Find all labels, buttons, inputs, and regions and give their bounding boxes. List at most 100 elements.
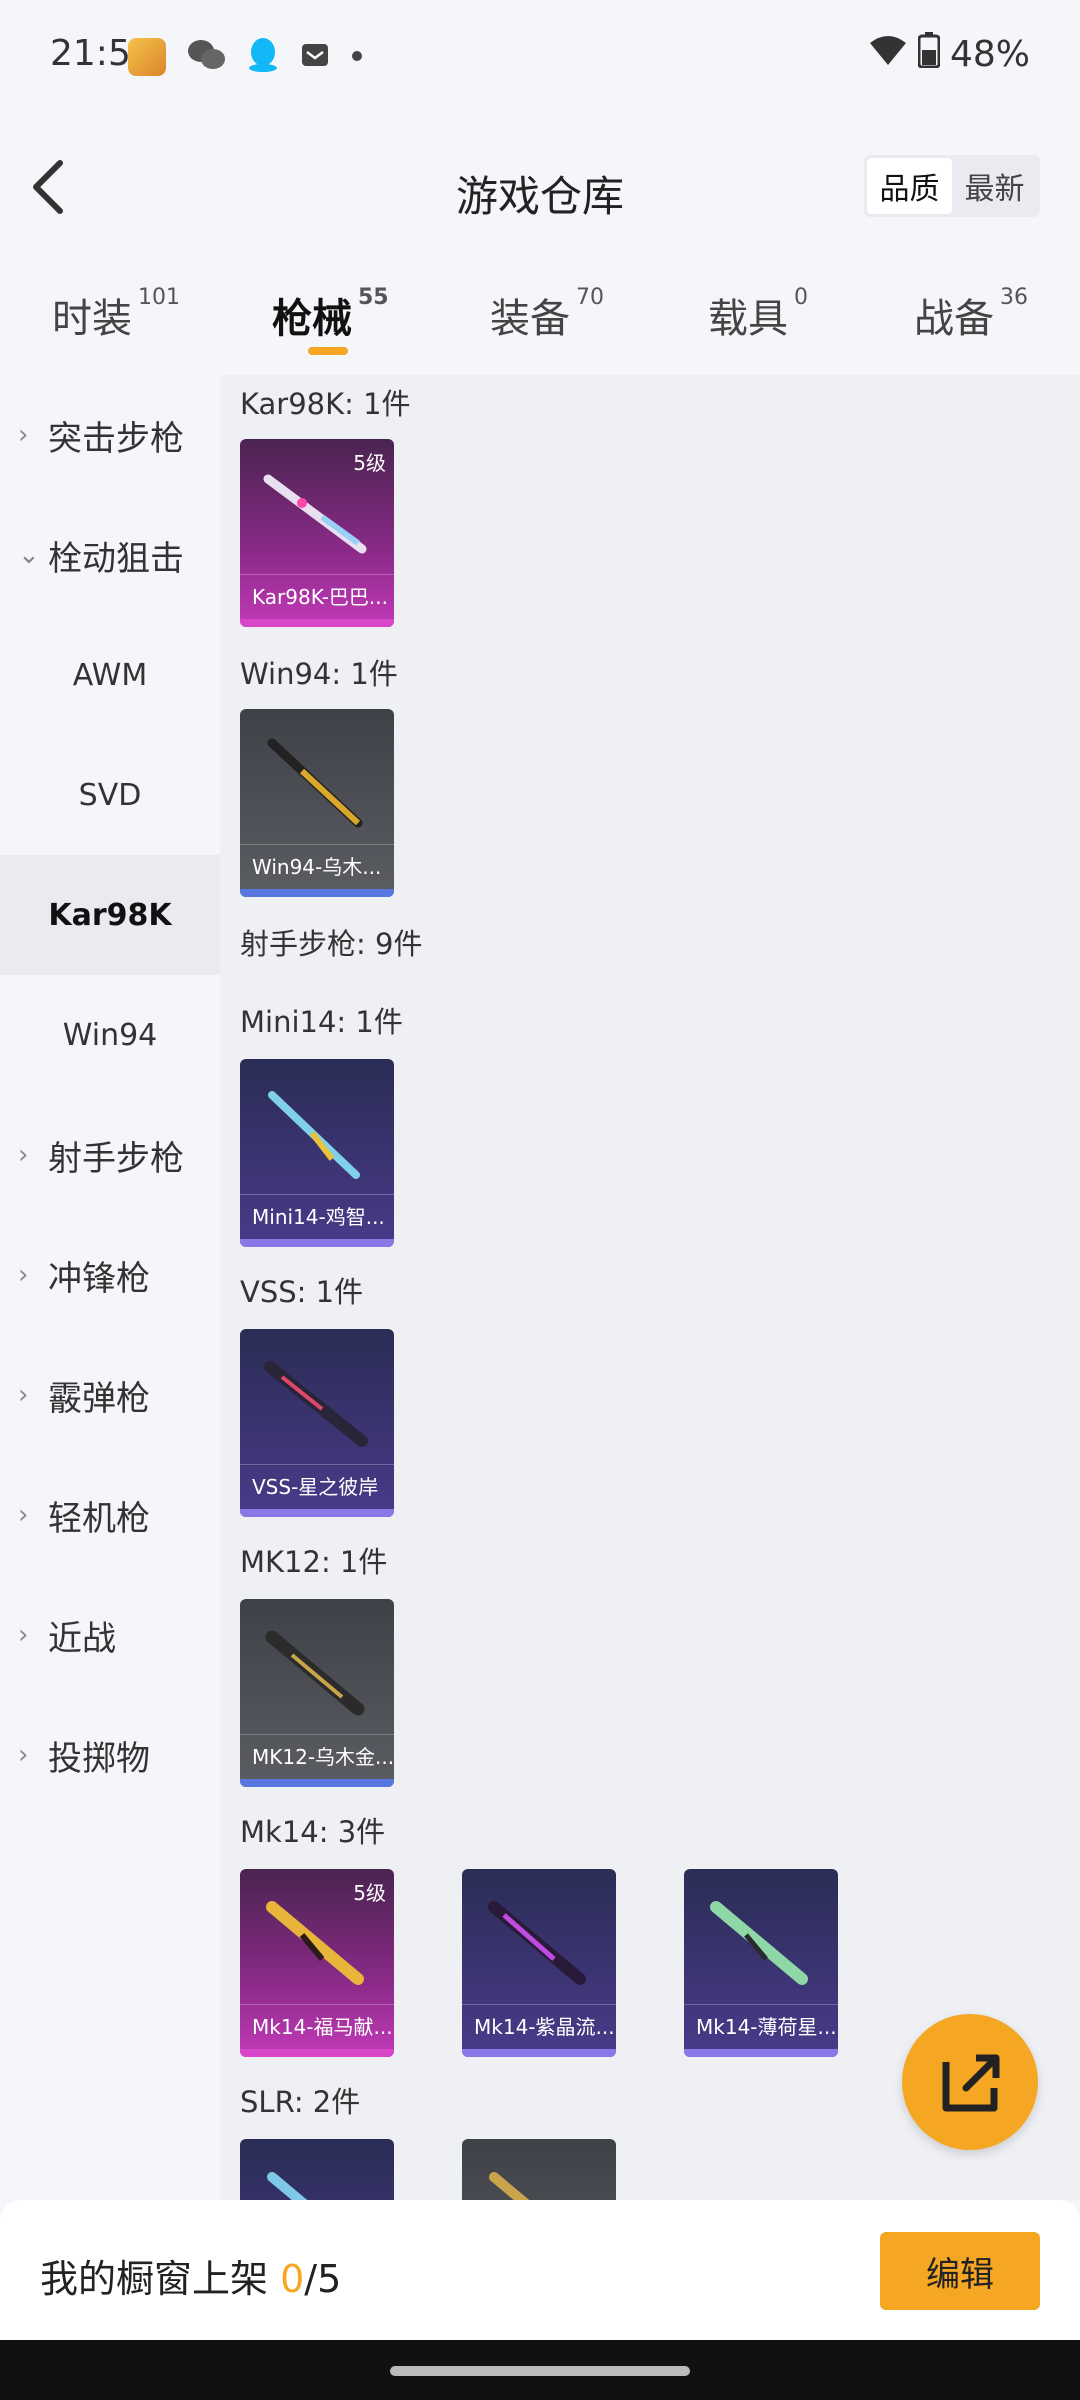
- chevron-right-icon: ›: [18, 1140, 29, 1170]
- tab-count: 36: [1000, 285, 1028, 310]
- sidebar-item-label: 冲锋枪: [48, 1258, 150, 1299]
- rarity-bar: [240, 1779, 394, 1787]
- notification-icons: [128, 36, 364, 78]
- item-card[interactable]: MK12-乌木金...: [240, 1599, 394, 1787]
- sort-quality-button[interactable]: 品质: [867, 158, 952, 214]
- sidebar-item-dmr[interactable]: › 射手步枪: [0, 1095, 220, 1215]
- rifle-icon: [710, 1901, 808, 1985]
- dot-icon: [350, 48, 364, 67]
- group-label-mk14: Mk14: 3件: [240, 1815, 386, 1849]
- group-label-dmr: 射手步枪: 9件: [240, 927, 423, 961]
- tab-count: 0: [794, 285, 808, 310]
- item-level-badge: 5级: [353, 1881, 386, 1905]
- item-name: Mk14-薄荷星...: [684, 2004, 838, 2049]
- showcase-label: 我的橱窗上架: [40, 2257, 269, 2301]
- sidebar-item-smg[interactable]: › 冲锋枪: [0, 1215, 220, 1335]
- battery-icon: [917, 32, 941, 77]
- rifle-icon: [488, 1901, 586, 1985]
- item-card[interactable]: [462, 2139, 616, 2200]
- item-list: Kar98K: 1件 5级 Kar98K-巴巴... Win94: 1件 Win…: [220, 375, 1080, 2200]
- mail-icon: [300, 40, 330, 74]
- showcase-current-count: 0: [280, 2257, 305, 2301]
- sidebar-item-bolt-snipers[interactable]: ⌄ 栓动狙击: [0, 495, 220, 615]
- edit-button[interactable]: 编辑: [880, 2232, 1040, 2310]
- status-right: 48%: [868, 32, 1030, 77]
- share-fab-button[interactable]: [902, 2014, 1038, 2150]
- sidebar-item-melee[interactable]: › 近战: [0, 1575, 220, 1695]
- tab-equipment[interactable]: 装备 70: [490, 285, 604, 344]
- tab-count: 70: [576, 285, 604, 310]
- item-name: Mk14-福马献...: [240, 2004, 394, 2049]
- sidebar-item-throwables[interactable]: › 投掷物: [0, 1695, 220, 1815]
- sidebar-item-label: 射手步枪: [48, 1138, 184, 1179]
- chevron-right-icon: ›: [18, 1740, 29, 1770]
- tab-fashion[interactable]: 时装 101: [52, 285, 180, 344]
- rifle-icon: [265, 1630, 365, 1716]
- chevron-right-icon: ›: [18, 420, 29, 450]
- rarity-bar: [240, 889, 394, 897]
- rarity-bar: [240, 2049, 394, 2057]
- wechat-icon: [186, 37, 226, 77]
- rarity-bar: [240, 1509, 394, 1517]
- share-icon: [942, 2054, 1000, 2112]
- sidebar-item-assault-rifles[interactable]: › 突击步枪: [0, 375, 220, 495]
- sort-toggle: 品质 最新: [864, 155, 1040, 217]
- tab-count: 55: [358, 285, 389, 310]
- sidebar-item-label: 近战: [48, 1618, 116, 1659]
- tab-vehicles[interactable]: 载具 0: [708, 285, 808, 344]
- sidebar-item-label: 投掷物: [48, 1738, 150, 1779]
- item-name: VSS-星之彼岸: [240, 1464, 394, 1509]
- sidebar-item-win94[interactable]: Win94: [0, 975, 220, 1095]
- sidebar-item-awm[interactable]: AWM: [0, 615, 220, 735]
- group-label-win94: Win94: 1件: [240, 657, 398, 691]
- tab-combat-supplies[interactable]: 战备 36: [914, 285, 1028, 344]
- tab-label: 装备: [490, 296, 570, 342]
- group-label-mk12: MK12: 1件: [240, 1545, 388, 1579]
- item-card[interactable]: Win94-乌木...: [240, 709, 394, 897]
- item-card[interactable]: Mk14-薄荷星...: [684, 1869, 838, 2057]
- rifle-icon: [267, 738, 363, 828]
- sidebar-item-label: 霰弹枪: [48, 1378, 150, 1419]
- item-name: Mk14-紫晶流...: [462, 2004, 616, 2049]
- tab-label: 时装: [52, 296, 132, 342]
- sidebar-item-shotgun[interactable]: › 霰弹枪: [0, 1335, 220, 1455]
- status-bar: 21:51 48%: [0, 0, 1080, 115]
- item-name: MK12-乌木金...: [240, 1734, 394, 1779]
- qq-icon: [246, 36, 280, 78]
- sidebar-item-kar98k[interactable]: Kar98K: [0, 855, 220, 975]
- tab-label: 战备: [914, 296, 994, 342]
- active-tab-indicator: [308, 347, 348, 355]
- group-label-mini14: Mini14: 1件: [240, 1005, 403, 1039]
- sidebar-item-svd[interactable]: SVD: [0, 735, 220, 855]
- rifle-icon: [264, 1361, 368, 1447]
- chevron-right-icon: ›: [18, 1380, 29, 1410]
- item-card[interactable]: Mini14-鸡智...: [240, 1059, 394, 1247]
- tab-label: 载具: [708, 296, 788, 342]
- item-name: Win94-乌木...: [240, 844, 394, 889]
- wifi-icon: [868, 33, 908, 76]
- sidebar-item-lmg[interactable]: › 轻机枪: [0, 1455, 220, 1575]
- item-name: Kar98K-巴巴...: [240, 574, 394, 619]
- battery-level: 48%: [949, 34, 1030, 75]
- item-name: Mini14-鸡智...: [240, 1194, 394, 1239]
- item-card[interactable]: 5级 Mk14-福马献...: [240, 1869, 394, 2057]
- item-card[interactable]: Mk14-紫晶流...: [462, 1869, 616, 2057]
- item-card[interactable]: [240, 2139, 394, 2200]
- item-card[interactable]: 5级 Kar98K-巴巴...: [240, 439, 394, 627]
- rarity-bar: [684, 2049, 838, 2057]
- item-card[interactable]: VSS-星之彼岸: [240, 1329, 394, 1517]
- chevron-right-icon: ›: [18, 1260, 29, 1290]
- sidebar-item-label: 轻机枪: [48, 1498, 150, 1539]
- tab-label: 枪械: [272, 296, 352, 342]
- header: 游戏仓库 品质 最新: [0, 115, 1080, 265]
- sidebar: › 突击步枪 ⌄ 栓动狙击 AWM SVD Kar98K Win94 › 射手步枪 ›…: [0, 375, 220, 2200]
- group-label-vss: VSS: 1件: [240, 1275, 364, 1309]
- group-label-kar98k: Kar98K: 1件: [240, 387, 411, 421]
- rarity-bar: [240, 1239, 394, 1247]
- game-app-icon: [128, 38, 166, 76]
- showcase-bar: 我的橱窗上架 0/5 编辑: [0, 2200, 1080, 2340]
- sidebar-item-label: 栓动狙击: [48, 538, 184, 579]
- tab-guns[interactable]: 枪械 55: [272, 285, 389, 344]
- sort-newest-button[interactable]: 最新: [952, 158, 1037, 214]
- home-handle[interactable]: [390, 2366, 690, 2376]
